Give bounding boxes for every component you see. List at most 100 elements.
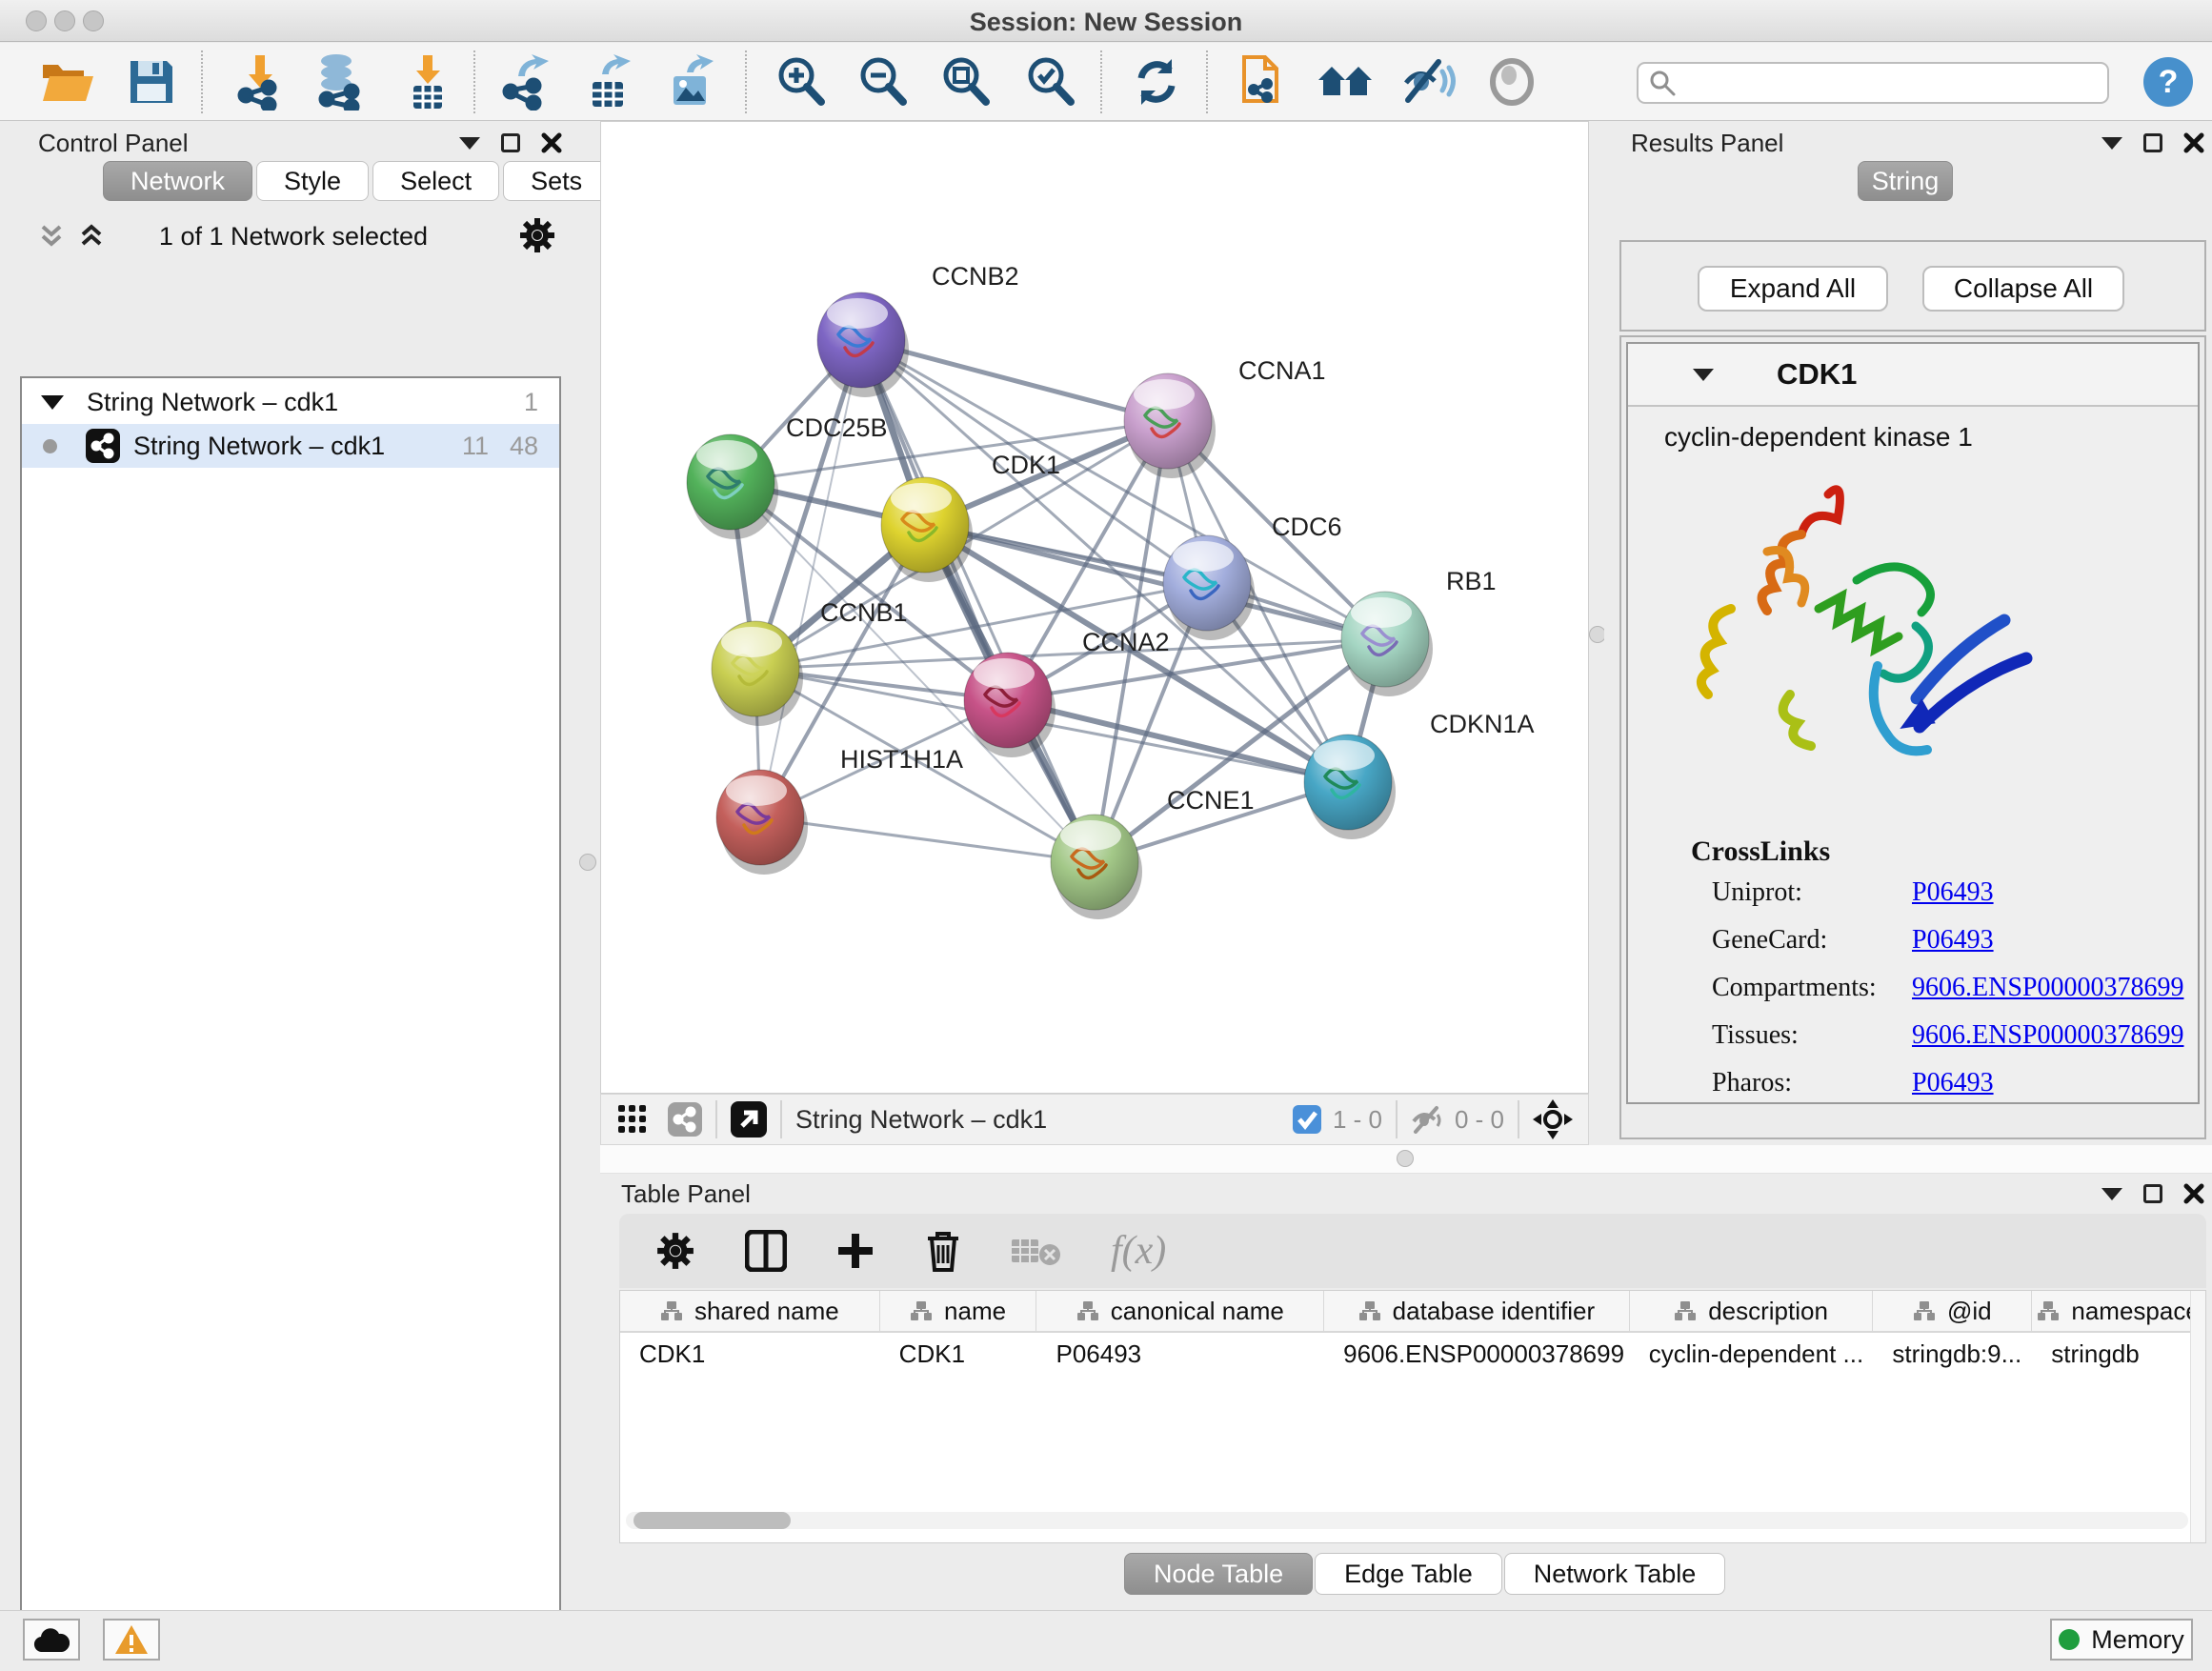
table-cell[interactable]: P06493 [1036,1333,1324,1375]
delete-table-icon[interactable] [1012,1234,1061,1268]
network-node-CDKN1A[interactable]: CDKN1A [1304,710,1535,839]
crosslink-link[interactable]: 9606.ENSP00000378699 [1912,973,2183,1003]
table-options-gear-icon[interactable] [655,1231,695,1271]
show-columns-icon[interactable] [745,1230,787,1272]
table-cell[interactable]: CDK1 [620,1333,880,1375]
table-row[interactable]: CDK1CDK1P064939606.ENSP00000378699cyclin… [620,1333,2205,1375]
horizontal-scrollbar-thumb[interactable] [633,1512,791,1529]
table-cell[interactable]: stringdb [2032,1333,2205,1375]
column-header-shared-name[interactable]: shared name [620,1291,880,1331]
string-import-document-button[interactable] [1230,52,1291,111]
table-cell[interactable]: 9606.ENSP00000378699 [1324,1333,1630,1375]
memory-button[interactable]: Memory [2050,1619,2193,1661]
birds-eye-view-icon[interactable] [618,1105,647,1134]
edge-HIST1H1A-CCNE1[interactable] [760,817,1095,862]
column-header-namespace[interactable]: namespace [2032,1291,2205,1331]
horizontal-scrollbar-track[interactable] [626,1512,2188,1529]
tab-select[interactable]: Select [372,161,499,201]
warnings-button[interactable] [103,1619,160,1661]
column-label: namespace [2071,1297,2199,1326]
import-network-button[interactable] [229,52,290,111]
search-box[interactable] [1637,62,2109,104]
protein-result-card: CDK1 cyclin-dependent kinase 1 [1626,342,2200,1104]
crosslink-link[interactable]: P06493 [1912,877,1994,908]
collapse-all-button[interactable]: Collapse All [1922,266,2124,312]
tab-node-table[interactable]: Node Table [1124,1553,1313,1595]
column-header-description[interactable]: description [1630,1291,1874,1331]
column-header-database-identifier[interactable]: database identifier [1324,1291,1630,1331]
network-node-CCNE1[interactable]: CCNE1 [1051,786,1255,919]
tab-edge-table[interactable]: Edge Table [1315,1553,1502,1595]
close-panel-icon[interactable] [2183,132,2204,153]
expand-all-button[interactable]: Expand All [1698,266,1888,312]
cloud-icon [33,1627,70,1652]
collapse-panel-icon[interactable] [459,137,480,150]
export-table-button[interactable] [577,52,638,111]
column-header-name[interactable]: name [880,1291,1037,1331]
home-networks-button[interactable] [1315,52,1376,111]
network-node-CDC25B[interactable]: CDC25B [687,413,888,539]
results-panel-window-controls [2101,132,2204,153]
float-panel-icon[interactable] [2143,133,2162,152]
search-input[interactable] [1677,69,2086,97]
zoom-fit-button[interactable] [935,52,996,111]
close-panel-icon[interactable] [541,132,562,153]
network-node-RB1[interactable]: RB1 [1341,567,1497,696]
tab-sets[interactable]: Sets [503,161,610,201]
left-splitter-handle[interactable] [579,854,596,871]
tab-style[interactable]: Style [256,161,369,201]
table-cell[interactable]: CDK1 [880,1333,1037,1375]
vertical-scrollbar-track[interactable] [2190,1291,2205,1542]
crosslink-link[interactable]: P06493 [1912,925,1994,956]
tree-expand-icon[interactable] [41,395,64,410]
tab-string[interactable]: String [1858,161,1953,201]
export-network-button[interactable] [495,52,556,111]
float-panel-icon[interactable] [501,133,520,152]
close-panel-icon[interactable] [2183,1183,2204,1204]
hide-unhide-button[interactable] [1398,52,1459,111]
network-node-CCNA1[interactable]: CCNA1 [1124,356,1326,478]
network-node-CCNB2[interactable]: CCNB2 [817,262,1019,397]
detach-view-icon[interactable] [731,1101,767,1137]
tab-network-table[interactable]: Network Table [1504,1553,1726,1595]
import-table-button[interactable] [396,52,457,111]
string-view-icon[interactable] [668,1102,702,1137]
add-column-icon[interactable] [836,1232,875,1270]
network-canvas[interactable]: CCNB2CCNA1CDC25BCDK1CDC6RB1CCNB1CCNA2CDK… [600,121,1589,1094]
hidden-eye-icon [1411,1105,1445,1134]
delete-column-icon[interactable] [924,1229,962,1273]
protein-header-row[interactable]: CDK1 [1628,344,2198,407]
protein-name: CDK1 [1777,357,1857,392]
show-graphics-details-button[interactable] [1481,52,1542,111]
network-options-gear-icon[interactable] [518,216,556,259]
cloud-button[interactable] [23,1619,80,1661]
collapse-panel-icon[interactable] [2101,137,2122,150]
column-header-canonical-name[interactable]: canonical name [1036,1291,1324,1331]
export-image-button[interactable] [660,52,721,111]
collapse-panel-icon[interactable] [2101,1188,2122,1200]
fit-content-icon[interactable] [1533,1099,1573,1139]
network-collection-row[interactable]: String Network – cdk1 1 [22,380,559,424]
zoom-in-button[interactable] [771,52,832,111]
crosslink-link[interactable]: 9606.ENSP00000378699 [1912,1020,2183,1051]
selected-checkbox-icon[interactable] [1293,1105,1321,1134]
column-header--id[interactable]: @id [1873,1291,2032,1331]
import-network-from-database-button[interactable] [309,52,370,111]
zoom-out-button[interactable] [853,52,914,111]
table-cell[interactable]: stringdb:9... [1873,1333,2032,1375]
save-session-button[interactable] [121,52,182,111]
crosslink-link[interactable]: P06493 [1912,1068,1994,1098]
refresh-button[interactable] [1126,52,1187,111]
help-button[interactable]: ? [2143,57,2193,107]
crosslink-row: Compartments:9606.ENSP00000378699 [1712,973,2188,1003]
float-panel-icon[interactable] [2143,1184,2162,1203]
zoom-selected-button[interactable] [1020,52,1081,111]
network-node-HIST1H1A[interactable]: HIST1H1A [716,745,963,875]
open-session-button[interactable] [37,52,98,111]
table-cell[interactable]: cyclin-dependent ... [1630,1333,1874,1375]
bottom-splitter-handle[interactable] [1397,1150,1414,1167]
function-builder-icon[interactable]: f(x) [1111,1228,1166,1274]
collapse-protein-icon[interactable] [1693,369,1714,381]
tab-network[interactable]: Network [103,161,252,201]
network-row-selected[interactable]: String Network – cdk1 11 48 [22,424,559,468]
